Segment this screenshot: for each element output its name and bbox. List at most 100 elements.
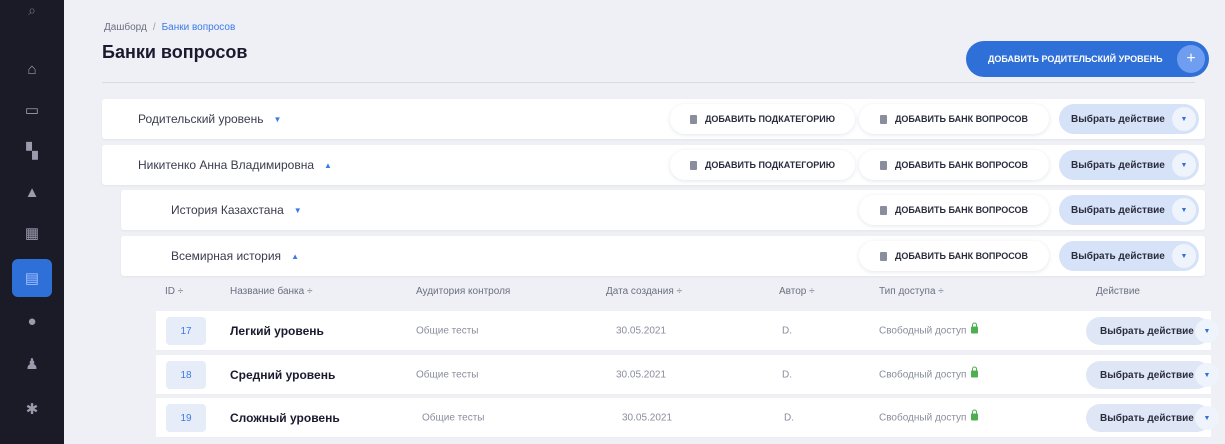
- caret-up-icon[interactable]: ▲: [324, 161, 332, 170]
- access-label: Свободный доступ: [879, 412, 967, 423]
- monitor-icon[interactable]: ▭: [12, 91, 52, 129]
- lock-icon: [971, 409, 979, 421]
- add-parent-level-label: Добавить родительский уровень: [988, 54, 1163, 64]
- home-icon[interactable]: ⌂: [12, 50, 52, 88]
- add-bank-button[interactable]: Добавить банк вопросов: [859, 104, 1049, 134]
- dashboard-icon[interactable]: ▦: [12, 214, 52, 252]
- access-label: Свободный доступ: [879, 325, 967, 336]
- access-cell: Свободный доступ: [879, 366, 979, 380]
- select-action-label: Выбрать действие: [1071, 250, 1165, 262]
- chevron-down-icon[interactable]: ▼: [1195, 319, 1219, 343]
- bank-name[interactable]: Легкий уровень: [230, 324, 324, 338]
- level-label[interactable]: Всемирная история ▲: [171, 249, 299, 263]
- level-label[interactable]: Родительский уровень ▼: [138, 112, 281, 126]
- select-action-dropdown[interactable]: Выбрать действие ▼: [1086, 404, 1219, 432]
- chevron-down-icon[interactable]: ▼: [1195, 363, 1219, 387]
- divider: [102, 82, 1195, 83]
- author-cell: D.: [782, 369, 792, 380]
- level-label[interactable]: Никитенко Анна Владимировна ▲: [138, 158, 332, 172]
- audience-cell: Общие тесты: [422, 412, 485, 423]
- level-title: Всемирная история: [171, 249, 282, 263]
- add-bank-button[interactable]: Добавить банк вопросов: [859, 195, 1049, 225]
- document-icon: [689, 114, 697, 124]
- access-label: Свободный доступ: [879, 369, 967, 380]
- add-bank-label: Добавить банк вопросов: [895, 205, 1028, 215]
- select-action-label: Выбрать действие: [1071, 204, 1165, 216]
- breadcrumb-separator: /: [152, 22, 156, 33]
- table-row: 18 Средний уровень Общие тесты 30.05.202…: [156, 355, 1219, 395]
- column-header-name[interactable]: Название банка ÷: [230, 286, 312, 297]
- id-cell[interactable]: 17: [166, 317, 206, 345]
- select-action-dropdown[interactable]: Выбрать действие ▼: [1086, 361, 1219, 389]
- add-subcategory-button[interactable]: Добавить подкатегорию: [670, 104, 855, 134]
- table-row: 19 Сложный уровень Общие тесты 30.05.202…: [156, 398, 1219, 438]
- column-header-action: Действие: [1096, 286, 1140, 297]
- books-icon[interactable]: ▚: [12, 132, 52, 170]
- chevron-down-icon[interactable]: ▼: [1172, 244, 1196, 268]
- table-row: 17 Легкий уровень Общие тесты 30.05.2021…: [156, 311, 1219, 351]
- id-cell[interactable]: 18: [166, 361, 206, 389]
- bank-name[interactable]: Сложный уровень: [230, 411, 340, 425]
- document-icon: [880, 160, 887, 170]
- column-header-access[interactable]: Тип доступа ÷: [879, 286, 944, 297]
- chevron-down-icon[interactable]: ▼: [1172, 107, 1196, 131]
- select-action-label: Выбрать действие: [1100, 325, 1194, 337]
- access-cell: Свободный доступ: [879, 322, 979, 336]
- add-bank-label: Добавить банк вопросов: [895, 251, 1028, 261]
- chevron-down-icon[interactable]: ▼: [1195, 406, 1219, 430]
- level-title: История Казахстана: [171, 203, 284, 217]
- select-action-dropdown[interactable]: Выбрать действие ▼: [1059, 195, 1199, 225]
- add-bank-label: Добавить банк вопросов: [895, 114, 1028, 124]
- level-title: Никитенко Анна Владимировна: [138, 158, 315, 172]
- select-action-label: Выбрать действие: [1100, 412, 1194, 424]
- page-title: Банки вопросов: [102, 42, 248, 62]
- breadcrumb-current[interactable]: Банки вопросов: [162, 22, 236, 33]
- group-icon[interactable]: ✱: [12, 390, 52, 428]
- id-cell[interactable]: 19: [166, 404, 206, 432]
- level-label[interactable]: История Казахстана ▼: [171, 203, 302, 217]
- select-action-dropdown[interactable]: Выбрать действие ▼: [1059, 241, 1199, 271]
- select-action-label: Выбрать действие: [1100, 369, 1194, 381]
- caret-down-icon[interactable]: ▼: [273, 115, 281, 124]
- add-bank-label: Добавить банк вопросов: [895, 160, 1028, 170]
- column-header-id[interactable]: ID ÷: [165, 286, 183, 297]
- column-header-author[interactable]: Автор ÷: [779, 286, 815, 297]
- select-action-dropdown[interactable]: Выбрать действие ▼: [1059, 150, 1199, 180]
- person-icon[interactable]: ♟: [12, 345, 52, 383]
- lock-icon: [971, 366, 979, 378]
- question-bank-icon[interactable]: ▤: [12, 259, 52, 297]
- chevron-down-icon[interactable]: ▼: [1172, 198, 1196, 222]
- select-action-dropdown[interactable]: Выбрать действие ▼: [1059, 104, 1199, 134]
- add-subcategory-button[interactable]: Добавить подкатегорию: [670, 150, 855, 180]
- document-icon: [880, 114, 887, 124]
- column-header-created[interactable]: Дата создания ÷: [606, 286, 682, 297]
- select-action-dropdown[interactable]: Выбрать действие ▼: [1086, 317, 1219, 345]
- caret-down-icon[interactable]: ▼: [294, 206, 302, 215]
- main-content: Дашборд / Банки вопросов Банки вопросов До…: [64, 0, 1225, 444]
- add-subcategory-label: Добавить подкатегорию: [704, 160, 836, 170]
- user-icon[interactable]: ●: [12, 302, 52, 340]
- bank-name[interactable]: Средний уровень: [230, 368, 335, 382]
- add-parent-level-button[interactable]: Добавить родительский уровень +: [966, 41, 1209, 77]
- add-bank-button[interactable]: Добавить банк вопросов: [859, 150, 1049, 180]
- lock-icon: [971, 322, 979, 334]
- graduation-icon[interactable]: ▲: [12, 173, 52, 211]
- created-cell: 30.05.2021: [622, 412, 673, 423]
- add-bank-button[interactable]: Добавить банк вопросов: [859, 241, 1049, 271]
- sidebar: ⌕ ⌂ ▭ ▚ ▲ ▦ ▤ ● ♟ ✱: [0, 0, 64, 444]
- document-icon: [689, 160, 697, 170]
- audience-cell: Общие тесты: [416, 369, 479, 380]
- caret-up-icon[interactable]: ▲: [291, 252, 299, 261]
- access-cell: Свободный доступ: [879, 409, 979, 423]
- author-cell: D.: [784, 412, 794, 423]
- search-icon[interactable]: ⌕: [18, 2, 46, 22]
- breadcrumb-root[interactable]: Дашборд: [104, 22, 147, 33]
- breadcrumb: Дашборд / Банки вопросов: [104, 22, 235, 33]
- level-title: Родительский уровень: [138, 112, 264, 126]
- created-cell: 30.05.2021: [616, 369, 667, 380]
- audience-cell: Общие тесты: [416, 325, 479, 336]
- add-subcategory-label: Добавить подкатегорию: [704, 114, 836, 124]
- chevron-down-icon[interactable]: ▼: [1172, 153, 1196, 177]
- document-icon: [880, 251, 887, 261]
- created-cell: 30.05.2021: [616, 325, 667, 336]
